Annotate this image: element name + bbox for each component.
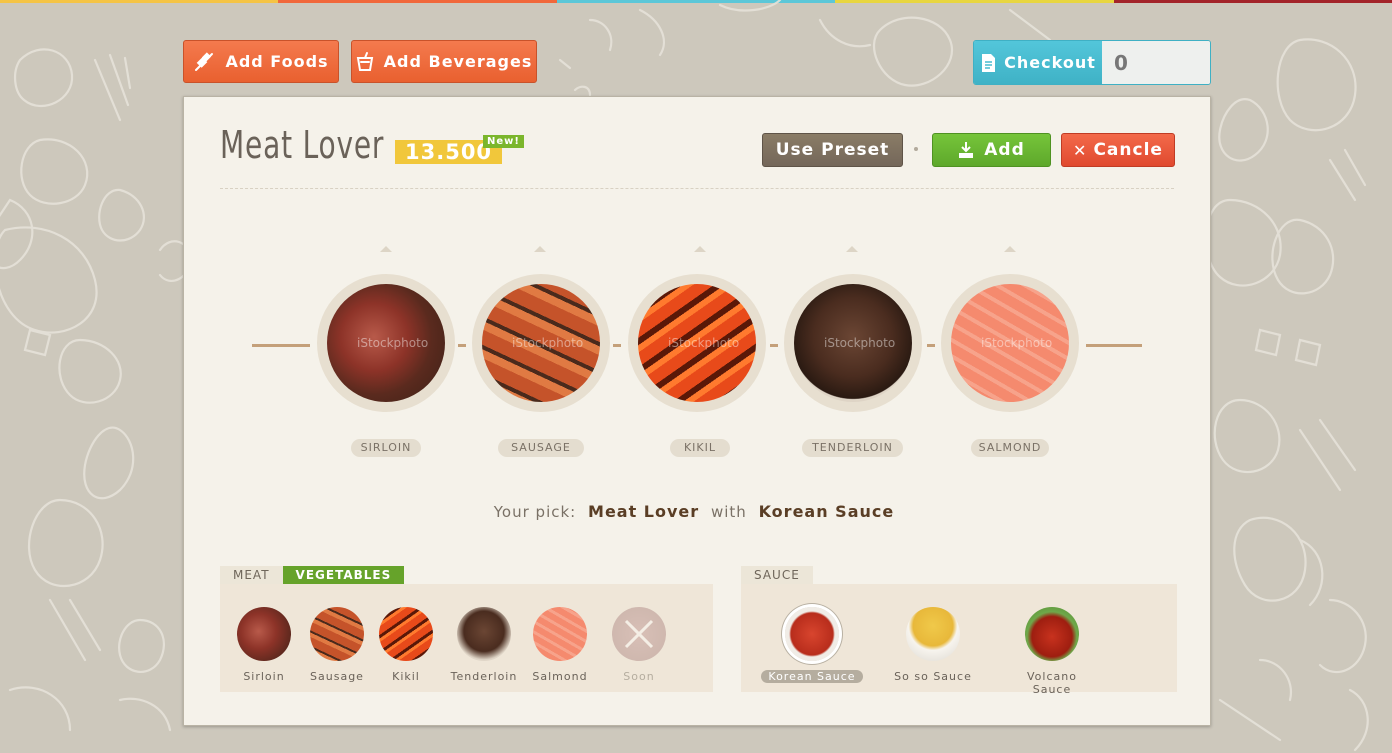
add-label: Add	[984, 140, 1025, 160]
add-beverages-label: Add Beverages	[383, 52, 533, 71]
selected-sirloin[interactable]: iStockphoto	[317, 274, 455, 412]
sauce-tabs: SAUCE	[741, 566, 813, 584]
strip-connector	[613, 344, 621, 347]
pick-sauce: Korean Sauce	[758, 502, 895, 521]
add-button[interactable]: Add	[932, 133, 1051, 167]
cross-icon	[624, 619, 654, 649]
watermark: iStockphoto	[981, 336, 1053, 350]
watermark: iStockphoto	[357, 336, 429, 350]
kikil-thumb	[379, 607, 433, 661]
ingredient-tabs: MEAT VEGETABLES	[220, 566, 405, 584]
checkout-button[interactable]: Checkout	[974, 41, 1102, 84]
checkout-label: Checkout	[1004, 53, 1096, 72]
korean-sauce-thumb	[785, 607, 839, 661]
slot-label: SALMOND	[971, 439, 1049, 457]
tab-meat[interactable]: MEAT	[220, 566, 283, 584]
checkout-widget[interactable]: Checkout 0	[973, 40, 1211, 85]
pick-dish: Meat Lover	[588, 502, 700, 521]
strip-line-left	[252, 344, 310, 347]
drink-cup-icon	[356, 51, 374, 72]
strip-connector	[927, 344, 935, 347]
add-foods-label: Add Foods	[225, 52, 329, 71]
add-beverages-button[interactable]: Add Beverages	[351, 40, 537, 83]
slot-arrow	[694, 246, 706, 252]
slot-arrow	[846, 246, 858, 252]
soon-thumb	[612, 607, 666, 661]
salmon-thumb	[533, 607, 587, 661]
ingredient-soon: Soon	[600, 607, 678, 683]
close-icon: ✕	[1073, 140, 1088, 160]
tab-sauce[interactable]: SAUCE	[741, 566, 813, 584]
new-badge: New!	[483, 135, 524, 148]
watermark: iStockphoto	[668, 336, 740, 350]
tenderloin-photo: iStockphoto	[794, 284, 912, 402]
pick-joiner: with	[710, 503, 747, 521]
ingredient-label: Sausage	[310, 670, 364, 683]
ingredient-label: Tenderloin	[450, 670, 518, 683]
sausage-photo: iStockphoto	[482, 284, 600, 402]
slot-arrow	[1004, 246, 1016, 252]
cancel-button[interactable]: ✕ Cancle	[1061, 133, 1175, 167]
tab-vegetables[interactable]: VEGETABLES	[282, 566, 405, 584]
sauce-label: Volcano Sauce	[1027, 670, 1077, 696]
ingredient-label: Soon	[623, 670, 655, 683]
ingredient-sausage[interactable]: Sausage	[298, 607, 376, 683]
strip-connector	[770, 344, 778, 347]
cancel-label: Cancle	[1093, 140, 1163, 160]
receipt-icon	[980, 53, 996, 73]
sauce-label: So so Sauce	[894, 670, 972, 683]
sirloin-photo: iStockphoto	[327, 284, 445, 402]
slot-label: SIRLOIN	[351, 439, 421, 457]
ingredient-label: Salmond	[532, 670, 588, 683]
kikil-photo: iStockphoto	[638, 284, 756, 402]
slot-arrow	[534, 246, 546, 252]
meal-builder-panel: Meat Lover 13.500 New! Use Preset Add ✕ …	[183, 96, 1211, 726]
ingredient-label: Sirloin	[243, 670, 285, 683]
slot-label: KIKIL	[670, 439, 730, 457]
sauce-volcano[interactable]: Volcano Sauce	[1013, 607, 1091, 696]
tray-icon	[958, 141, 974, 159]
tenderloin-thumb	[457, 607, 511, 661]
sauce-list: Korean Sauce So so Sauce Volcano Sauce	[741, 584, 1177, 696]
skewer-icon	[193, 51, 215, 73]
selected-tenderloin[interactable]: iStockphoto	[784, 274, 922, 412]
header-divider	[220, 188, 1174, 189]
add-foods-button[interactable]: Add Foods	[183, 40, 339, 83]
cart-count: 0	[1102, 41, 1210, 84]
dish-title: Meat Lover	[220, 123, 385, 167]
strip-connector	[458, 344, 466, 347]
slot-label: SAUSAGE	[498, 439, 584, 457]
sirloin-thumb	[237, 607, 291, 661]
ingredient-kikil[interactable]: Kikil	[367, 607, 445, 683]
sauce-label: Korean Sauce	[761, 670, 863, 683]
watermark: iStockphoto	[824, 336, 896, 350]
your-pick-summary: Your pick: Meat Lover with Korean Sauce	[184, 502, 1210, 521]
sausage-thumb	[310, 607, 364, 661]
ingredient-label: Kikil	[392, 670, 420, 683]
ingredient-tenderloin[interactable]: Tenderloin	[445, 607, 523, 683]
slot-arrow	[380, 246, 392, 252]
selected-sausage[interactable]: iStockphoto	[472, 274, 610, 412]
ingredient-salmon[interactable]: Salmond	[521, 607, 599, 683]
slot-label: TENDERLOIN	[802, 439, 903, 457]
watermark: iStockphoto	[512, 336, 584, 350]
sauce-so-so[interactable]: So so Sauce	[894, 607, 972, 683]
selected-salmon[interactable]: iStockphoto	[941, 274, 1079, 412]
selected-kikil[interactable]: iStockphoto	[628, 274, 766, 412]
strip-line-right	[1086, 344, 1142, 347]
pick-prefix: Your pick:	[493, 503, 577, 521]
volcano-sauce-thumb	[1025, 607, 1079, 661]
ingredient-list: Sirloin Sausage Kikil Tenderloin Salmond…	[220, 584, 713, 692]
ingredient-sirloin[interactable]: Sirloin	[225, 607, 303, 683]
so-so-sauce-thumb	[906, 607, 960, 661]
use-preset-button[interactable]: Use Preset	[762, 133, 903, 167]
salmon-photo: iStockphoto	[951, 284, 1069, 402]
separator-dot	[914, 147, 918, 151]
sauce-korean[interactable]: Korean Sauce	[761, 607, 863, 683]
